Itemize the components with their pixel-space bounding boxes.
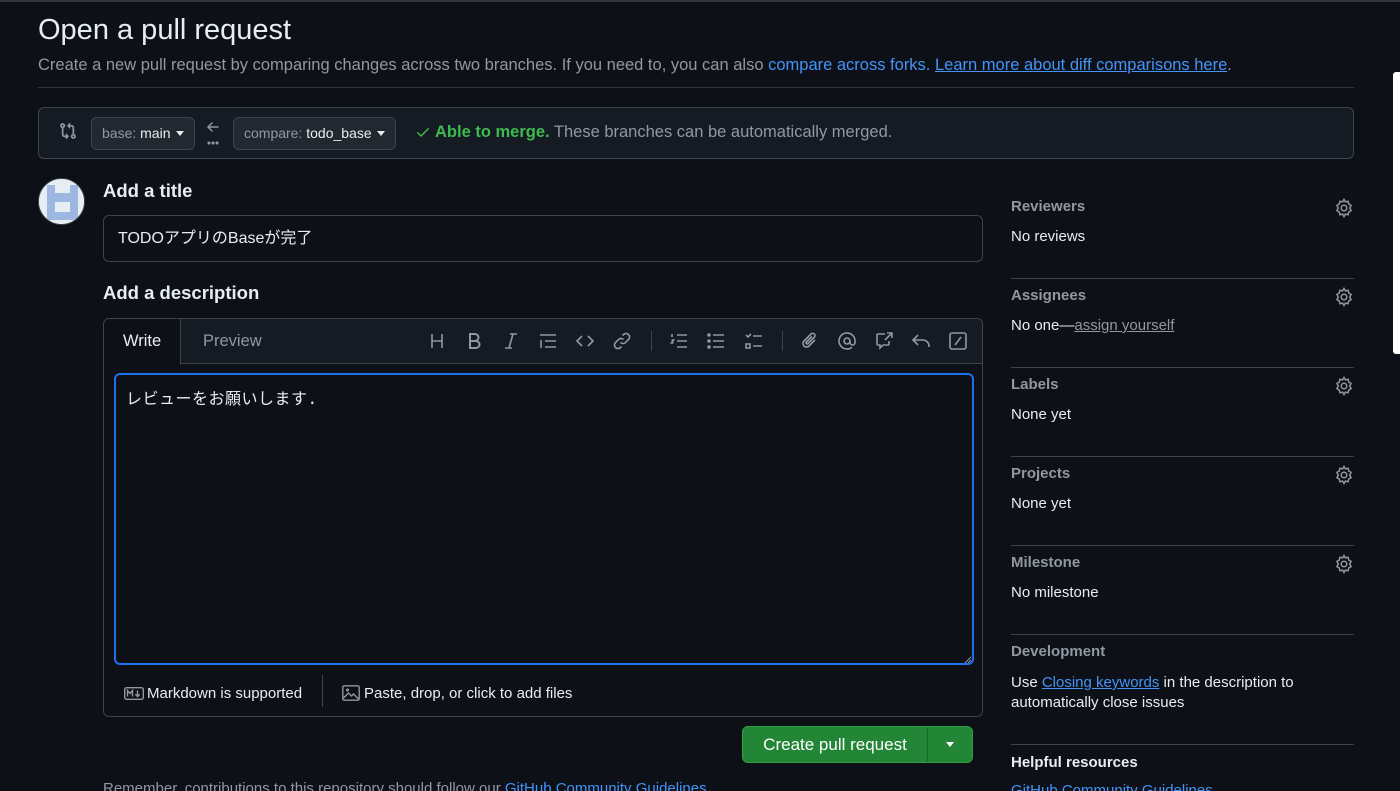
attach-files-text: Paste, drop, or click to add files <box>364 685 573 702</box>
title-input[interactable]: TODOアプリのBaseが完了 <box>103 215 983 262</box>
avatar[interactable] <box>38 178 85 225</box>
development-prefix: Use <box>1011 674 1042 691</box>
assign-yourself-link[interactable]: assign yourself <box>1074 317 1174 334</box>
gear-icon[interactable] <box>1334 465 1354 485</box>
sidebar-labels: Labels None yet <box>1011 368 1354 457</box>
compare-branch-name: todo_base <box>306 125 372 141</box>
quote-icon[interactable] <box>538 331 558 351</box>
community-guidelines-link[interactable]: GitHub Community Guidelines <box>505 780 707 791</box>
cross-reference-icon[interactable] <box>874 331 894 351</box>
attach-files-button[interactable]: Paste, drop, or click to add files <box>342 681 572 707</box>
slash-command-icon[interactable] <box>948 331 968 351</box>
editor-footer: Markdown is supported Paste, drop, or cl… <box>104 673 982 716</box>
milestone-title: Milestone <box>1011 554 1081 571</box>
link-icon[interactable] <box>612 331 632 351</box>
header-divider <box>38 87 1354 88</box>
compare-prefix: compare: <box>244 125 307 141</box>
sidebar-assignees: Assignees No one—assign yourself <box>1011 279 1354 368</box>
projects-value: None yet <box>1011 495 1072 512</box>
gear-icon[interactable] <box>1334 287 1354 307</box>
labels-value: None yet <box>1011 406 1072 423</box>
reviewers-title: Reviewers <box>1011 198 1086 215</box>
page-title: Open a pull request <box>38 14 292 46</box>
development-title: Development <box>1011 643 1106 660</box>
contribution-footnote: Remember, contributions to this reposito… <box>103 780 707 791</box>
resize-handle-icon[interactable] <box>964 656 972 664</box>
assignees-title: Assignees <box>1011 287 1087 304</box>
learn-more-link[interactable]: Learn more about diff comparisons here <box>935 56 1227 74</box>
top-border <box>0 0 1400 2</box>
assignees-none-text: No one— <box>1011 317 1075 334</box>
page-subtitle: Create a new pull request by comparing c… <box>38 56 1232 75</box>
sidebar: Reviewers No reviews Assignees No one—as… <box>1011 190 1354 745</box>
markdown-note-text: Markdown is supported <box>147 685 303 702</box>
markdown-note[interactable]: Markdown is supported <box>123 681 303 707</box>
create-options-dropdown[interactable] <box>928 727 973 762</box>
sidebar-reviewers: Reviewers No reviews <box>1011 190 1354 279</box>
unordered-list-icon[interactable] <box>706 331 726 351</box>
base-branch-name: main <box>140 125 171 141</box>
subtitle-text: Create a new pull request by comparing c… <box>38 56 769 74</box>
chevron-down-icon <box>175 131 184 136</box>
footnote-text: Remember, contributions to this reposito… <box>103 780 505 791</box>
mention-icon[interactable] <box>837 331 857 351</box>
merge-ok-text: Able to merge. <box>435 123 550 141</box>
gear-icon[interactable] <box>1334 376 1354 396</box>
description-editor: Write Preview レビューをお願いします. Markdown is s… <box>103 318 983 717</box>
base-prefix: base: <box>102 125 141 141</box>
editor-toolbar: Write Preview <box>104 319 982 365</box>
compare-branch-select[interactable]: compare: todo_base <box>233 117 396 150</box>
tab-preview[interactable]: Preview <box>184 319 281 364</box>
title-label: Add a title <box>103 180 193 201</box>
italic-icon[interactable] <box>501 331 521 351</box>
labels-title: Labels <box>1011 376 1059 393</box>
subtitle-period: . <box>1227 56 1232 74</box>
helpful-resources-title: Helpful resources <box>1011 754 1138 771</box>
image-icon <box>342 685 360 701</box>
git-compare-icon <box>60 122 76 140</box>
sidebar-projects: Projects None yet <box>1011 457 1354 546</box>
create-pull-request-button-group: Create pull request <box>742 726 973 763</box>
branch-range-bar: base: main compare: todo_base Able to me… <box>38 107 1354 159</box>
markdown-icon <box>123 686 145 701</box>
check-icon <box>417 128 429 137</box>
code-icon[interactable] <box>575 331 595 351</box>
gear-icon[interactable] <box>1334 554 1354 574</box>
bold-icon[interactable] <box>464 331 484 351</box>
sidebar-development: Development Use Closing keywords in the … <box>1011 635 1354 745</box>
milestone-value: No milestone <box>1011 584 1099 601</box>
assignees-value: No one—assign yourself <box>1011 317 1174 334</box>
chevron-down-icon <box>376 131 385 136</box>
scrollbar[interactable] <box>1393 72 1400 354</box>
merge-detail-text: These branches can be automatically merg… <box>549 123 893 141</box>
footer-divider <box>322 675 323 707</box>
compare-forks-link[interactable]: compare across forks. <box>768 56 930 74</box>
arrow-left-icon <box>206 122 219 145</box>
sidebar-milestone: Milestone No milestone <box>1011 546 1354 635</box>
closing-keywords-link[interactable]: Closing keywords <box>1042 674 1160 691</box>
helpful-guidelines-link[interactable]: GitHub Community Guidelines <box>1011 782 1213 791</box>
toolbar-divider <box>651 331 652 351</box>
create-pull-request-button[interactable]: Create pull request <box>743 727 927 762</box>
reply-icon[interactable] <box>911 331 931 351</box>
description-label: Add a description <box>103 282 260 303</box>
ordered-list-icon[interactable] <box>669 331 689 351</box>
base-branch-select[interactable]: base: main <box>91 117 195 150</box>
heading-icon[interactable] <box>427 331 447 351</box>
toolbar-divider <box>782 331 783 351</box>
gear-icon[interactable] <box>1334 198 1354 218</box>
projects-title: Projects <box>1011 465 1071 482</box>
chevron-down-icon <box>946 742 954 747</box>
task-list-icon[interactable] <box>744 331 764 351</box>
description-textarea[interactable]: レビューをお願いします. <box>114 373 974 665</box>
reviewers-value: No reviews <box>1011 228 1086 245</box>
tab-write[interactable]: Write <box>104 319 182 365</box>
identicon-image <box>39 179 84 224</box>
merge-status: Able to merge. These branches can be aut… <box>415 123 892 142</box>
paperclip-icon[interactable] <box>800 331 820 351</box>
development-value: Use Closing keywords in the description … <box>1011 673 1311 713</box>
